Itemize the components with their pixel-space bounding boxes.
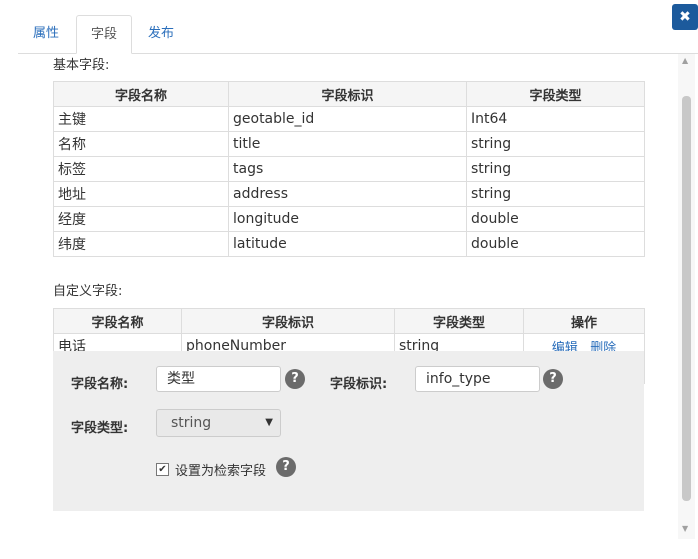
field-edit-form: 字段名称: 类型 ? 字段标识: info_type ? 字段类型: strin… [53, 351, 644, 511]
field-name-cell: 经度 [53, 206, 229, 232]
column-header: 操作 [523, 308, 645, 334]
field-id-input[interactable]: info_type [415, 366, 540, 392]
field-id-label: 字段标识: [330, 377, 388, 392]
field-name-cell: 名称 [53, 131, 229, 157]
field-name-cell: 标签 [53, 156, 229, 182]
field-name-cell: 地址 [53, 181, 229, 207]
search-field-help-icon[interactable]: ? [276, 457, 296, 477]
field-name-cell: 主键 [53, 106, 229, 132]
field-id-cell: longitude [228, 206, 467, 232]
table-row: 标签 tags string [53, 156, 645, 182]
field-type-cell: double [466, 206, 645, 232]
field-name-input[interactable]: 类型 [156, 366, 281, 392]
scroll-down-arrow-icon[interactable]: ▼ [682, 524, 688, 533]
field-type-cell: Int64 [466, 106, 645, 132]
table-row: 名称 title string [53, 131, 645, 157]
field-type-cell: string [466, 156, 645, 182]
field-id-help-icon[interactable]: ? [543, 369, 563, 389]
basic-fields-label: 基本字段: [53, 58, 110, 73]
tab-bar: 属性 字段 发布 [18, 15, 698, 54]
scroll-thumb[interactable] [682, 96, 691, 501]
column-header: 字段名称 [53, 308, 182, 334]
field-id-cell: tags [228, 156, 467, 182]
tab-publish[interactable]: 发布 [133, 15, 189, 52]
basic-fields-table: 字段名称 字段标识 字段类型 主键 geotable_id Int64 名称 t… [53, 81, 645, 257]
chevron-down-icon: ▼ [265, 417, 273, 428]
search-field-checkbox-label: 设置为检索字段 [175, 464, 267, 479]
custom-fields-label: 自定义字段: [53, 284, 123, 299]
field-type-select[interactable]: string ▼ [156, 409, 281, 437]
table-row: 经度 longitude double [53, 206, 645, 232]
field-type-cell: double [466, 231, 645, 257]
table-header-row: 字段名称 字段标识 字段类型 操作 [53, 308, 645, 334]
field-type-cell: string [466, 181, 645, 207]
column-header: 字段类型 [466, 81, 645, 107]
field-name-help-icon[interactable]: ? [285, 369, 305, 389]
field-id-cell: title [228, 131, 467, 157]
field-name-label: 字段名称: [71, 377, 129, 392]
field-type-label: 字段类型: [71, 421, 129, 436]
scroll-up-arrow-icon[interactable]: ▲ [682, 56, 688, 65]
field-type-selected-value: string [171, 415, 212, 431]
table-row: 纬度 latitude double [53, 231, 645, 257]
field-id-cell: address [228, 181, 467, 207]
table-row: 主键 geotable_id Int64 [53, 106, 645, 132]
tab-properties[interactable]: 属性 [18, 15, 74, 52]
vertical-scrollbar[interactable]: ▲ ▼ [678, 54, 695, 539]
tab-fields[interactable]: 字段 [76, 15, 132, 54]
field-id-cell: geotable_id [228, 106, 467, 132]
column-header: 字段名称 [53, 81, 229, 107]
search-field-checkbox[interactable]: ✔ [156, 463, 169, 476]
column-header: 字段标识 [181, 308, 395, 334]
field-type-cell: string [466, 131, 645, 157]
column-header: 字段类型 [394, 308, 524, 334]
column-header: 字段标识 [228, 81, 467, 107]
field-id-cell: latitude [228, 231, 467, 257]
table-row: 地址 address string [53, 181, 645, 207]
field-name-cell: 纬度 [53, 231, 229, 257]
table-header-row: 字段名称 字段标识 字段类型 [53, 81, 645, 107]
